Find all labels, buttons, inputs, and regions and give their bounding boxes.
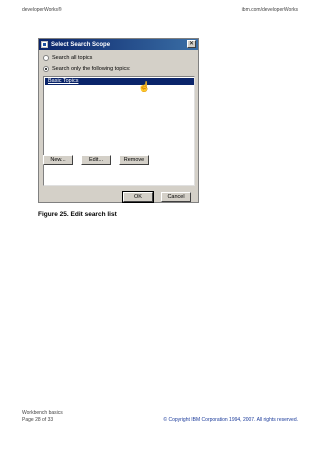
list-item-label: Basic Topics: [48, 78, 79, 84]
radio-unchecked-icon: [43, 55, 49, 61]
window-app-icon: [41, 41, 48, 48]
radio-search-only[interactable]: Search only the following topics:: [43, 66, 131, 72]
topics-listbox[interactable]: Basic Topics: [43, 76, 195, 186]
footer-page: Page 28 of 33: [22, 416, 54, 423]
radio-search-all-label: Search all topics: [52, 55, 93, 61]
footer-left: Workbench basics Page 28 of 33: [22, 410, 63, 423]
footer-copyright: © Copyright IBM Corporation 1994, 2007. …: [163, 417, 298, 423]
figure-caption: Figure 25. Edit search list: [38, 211, 117, 218]
ok-button[interactable]: OK: [122, 191, 154, 203]
edit-button[interactable]: Edit...: [81, 155, 111, 165]
dialog-title: Select Search Scope: [51, 41, 111, 48]
header-right: ibm.com/developerWorks: [241, 7, 298, 13]
radio-search-only-label: Search only the following topics:: [52, 66, 131, 72]
radio-checked-icon: [43, 66, 49, 72]
header-left: developerWorks®: [22, 7, 62, 13]
list-item[interactable]: Basic Topics: [45, 78, 194, 85]
dialog-titlebar[interactable]: Select Search Scope ✕: [39, 39, 198, 50]
close-button[interactable]: ✕: [187, 40, 196, 48]
cancel-button[interactable]: Cancel: [161, 192, 191, 202]
hand-pointer-icon: ☝: [138, 82, 151, 93]
footer-title: Workbench basics: [22, 410, 63, 416]
remove-button[interactable]: Remove: [119, 155, 149, 165]
search-scope-dialog: Select Search Scope ✕ Search all topics …: [38, 38, 199, 203]
radio-search-all[interactable]: Search all topics: [43, 55, 92, 61]
new-button[interactable]: New...: [43, 155, 73, 165]
